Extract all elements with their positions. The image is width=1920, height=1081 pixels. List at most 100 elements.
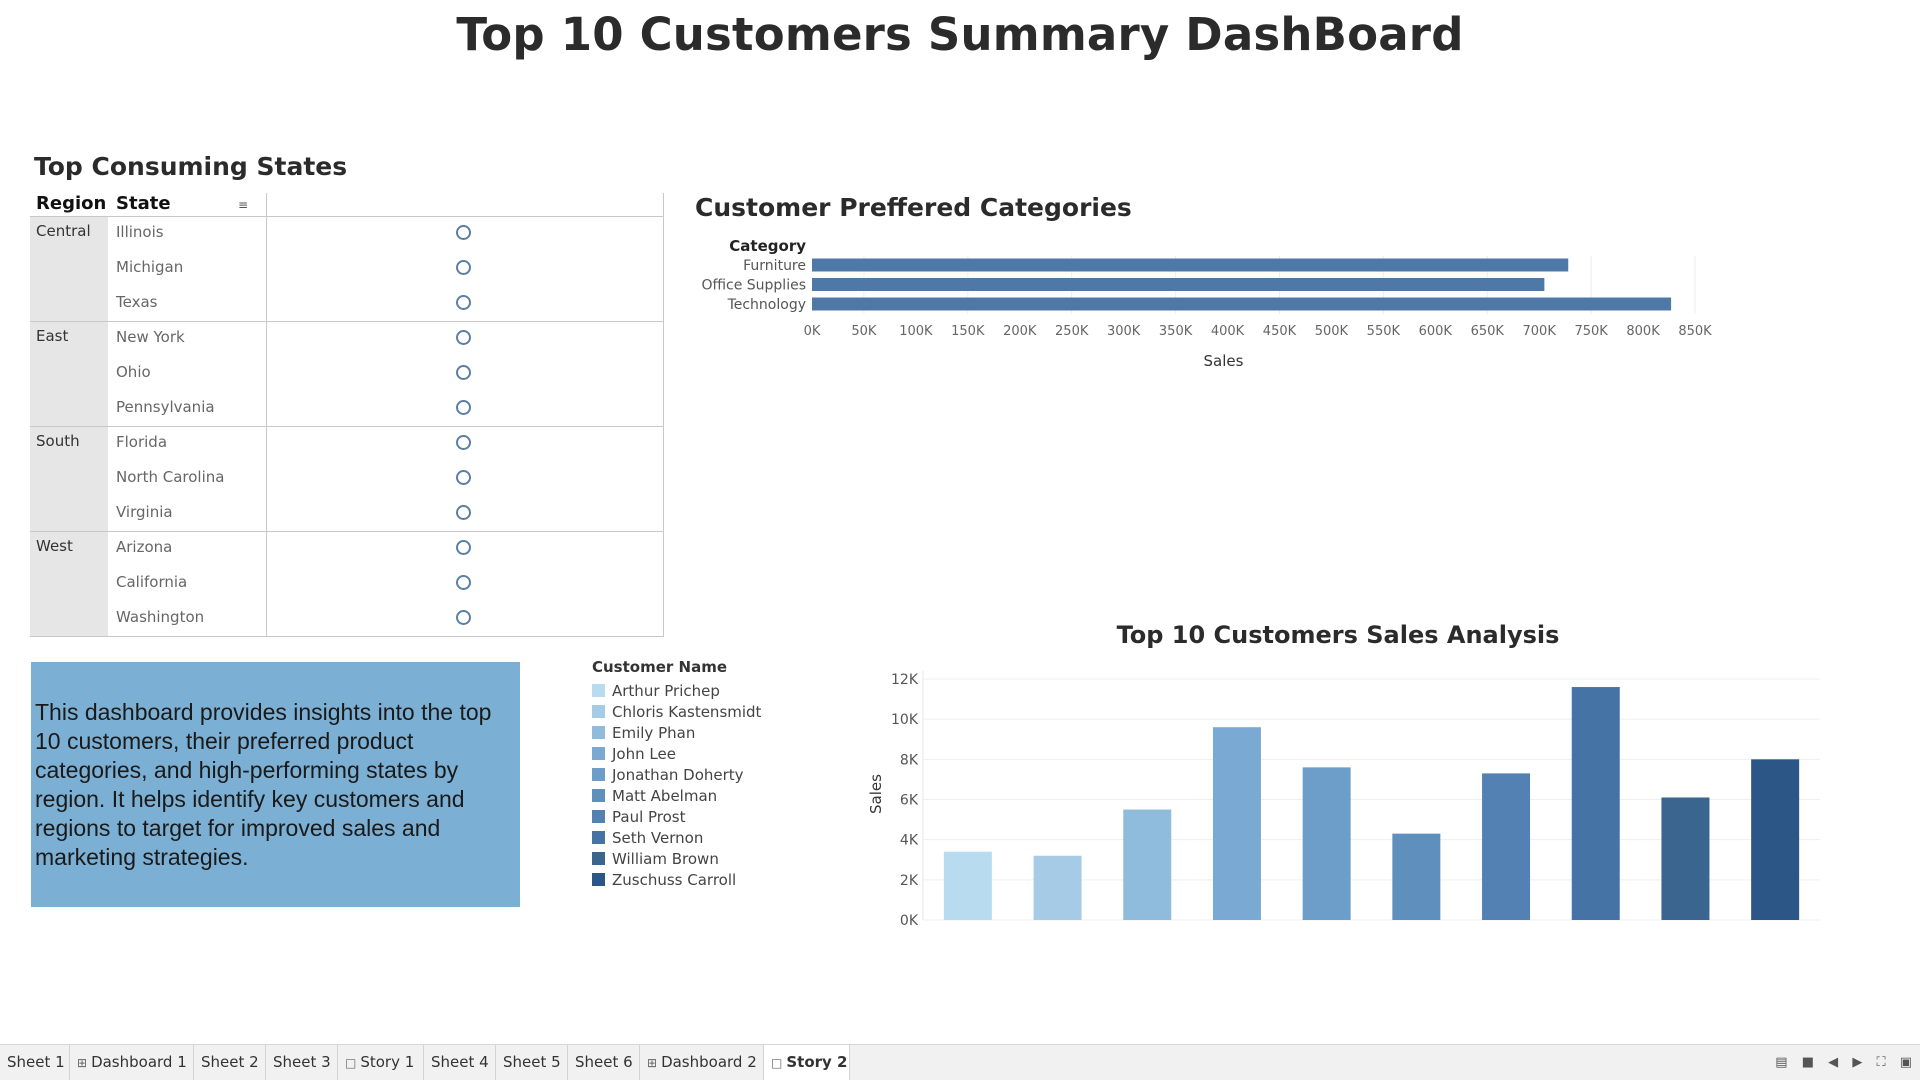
category-bar[interactable] — [812, 258, 1569, 272]
state-mark[interactable] — [456, 295, 471, 310]
tab-sheet-4[interactable]: Sheet 4 — [424, 1045, 496, 1080]
legend-label: Chloris Kastensmidt — [612, 702, 762, 721]
tab-label: Sheet 2 — [201, 1053, 259, 1071]
state-mark[interactable] — [456, 505, 471, 520]
column-header-region[interactable]: Region — [36, 193, 106, 214]
category-label: Office Supplies — [701, 278, 806, 294]
legend-item[interactable]: Chloris Kastensmidt — [592, 701, 761, 722]
legend-swatch — [592, 852, 605, 865]
tab-sheet-6[interactable]: Sheet 6 — [568, 1045, 640, 1080]
legend-item[interactable]: Zuschuss Carroll — [592, 869, 761, 890]
state-mark[interactable] — [456, 225, 471, 240]
legend-item[interactable]: Matt Abelman — [592, 785, 761, 806]
state-label[interactable]: Texas — [116, 293, 157, 311]
tab-label: Story 2 — [786, 1053, 848, 1071]
next-sheet-icon[interactable]: ▶ — [1852, 1055, 1862, 1070]
sales-bar[interactable] — [1123, 809, 1172, 920]
state-label[interactable]: California — [116, 573, 187, 591]
state-mark[interactable] — [456, 470, 471, 485]
y-tick-label: 0K — [900, 913, 919, 929]
legend-item[interactable]: Jonathan Doherty — [592, 764, 761, 785]
fit-icon[interactable]: ⛶ — [1876, 1055, 1885, 1070]
state-label[interactable]: Michigan — [116, 258, 183, 276]
legend-label: Jonathan Doherty — [612, 765, 744, 784]
x-tick-label: 150K — [951, 324, 985, 339]
x-tick-label: 850K — [1678, 324, 1712, 339]
filmstrip-icon[interactable]: ■ — [1802, 1055, 1814, 1070]
region-divider — [30, 321, 664, 322]
state-label[interactable]: Virginia — [116, 503, 173, 521]
tab-label: Dashboard 1 — [91, 1053, 187, 1071]
category-bar[interactable] — [812, 297, 1672, 311]
legend-item[interactable]: Emily Phan — [592, 722, 761, 743]
state-label[interactable]: Florida — [116, 433, 167, 451]
state-label[interactable]: New York — [116, 328, 185, 346]
legend-item[interactable]: Arthur Prichep — [592, 680, 761, 701]
legend-label: Paul Prost — [612, 807, 686, 826]
tab-sheet-5[interactable]: Sheet 5 — [496, 1045, 568, 1080]
prev-sheet-icon[interactable]: ◀ — [1828, 1055, 1838, 1070]
tab-label: Sheet 5 — [503, 1053, 561, 1071]
tab-sheet-1[interactable]: Sheet 1 — [0, 1045, 70, 1080]
region-label: West — [36, 537, 73, 555]
sales-bar[interactable] — [1661, 797, 1710, 920]
x-tick-label: 300K — [1107, 324, 1141, 339]
y-tick-label: 2K — [900, 873, 919, 889]
x-tick-label: 450K — [1263, 324, 1297, 339]
description-box: This dashboard provides insights into th… — [31, 662, 520, 907]
sales-bar[interactable] — [1392, 833, 1441, 920]
tab-label: Sheet 3 — [273, 1053, 331, 1071]
x-tick-label: 750K — [1574, 324, 1608, 339]
state-mark[interactable] — [456, 330, 471, 345]
column-header-state[interactable]: State — [116, 193, 171, 214]
tab-sheet-2[interactable]: Sheet 2 — [194, 1045, 266, 1080]
sales-bar[interactable] — [1302, 767, 1351, 920]
view-controls: ▤ ■ ◀ ▶ ⛶ ▣ — [1765, 1045, 1912, 1080]
legend-item[interactable]: William Brown — [592, 848, 761, 869]
region-label: East — [36, 327, 69, 345]
legend-swatch — [592, 705, 605, 718]
table-divider-state — [266, 193, 267, 636]
y-tick-label: 12K — [891, 672, 919, 688]
sort-icon[interactable]: ≡ — [238, 199, 248, 211]
state-mark[interactable] — [456, 610, 471, 625]
grid-view-icon[interactable]: ▤ — [1775, 1055, 1787, 1070]
legend-swatch — [592, 726, 605, 739]
sales-bar[interactable] — [1033, 855, 1082, 920]
state-mark[interactable] — [456, 435, 471, 450]
sales-bar[interactable] — [1482, 773, 1531, 920]
legend-swatch — [592, 684, 605, 697]
sales-bar[interactable] — [1751, 759, 1800, 920]
state-label[interactable]: Arizona — [116, 538, 172, 556]
sales-bar[interactable] — [1212, 727, 1261, 920]
tab-dashboard-2[interactable]: ⊞ Dashboard 2 — [640, 1045, 764, 1080]
state-mark[interactable] — [456, 575, 471, 590]
state-label[interactable]: Illinois — [116, 223, 164, 241]
state-mark[interactable] — [456, 365, 471, 380]
legend-label: Zuschuss Carroll — [612, 870, 737, 889]
category-bar[interactable] — [812, 278, 1545, 291]
state-label[interactable]: Pennsylvania — [116, 398, 215, 416]
state-label[interactable]: Washington — [116, 608, 204, 626]
legend-item[interactable]: Paul Prost — [592, 806, 761, 827]
category-chart: Customer Preffered Categories Category 0K 5… — [695, 193, 1712, 370]
sales-chart: Top 10 Customers Sales Analysis 0K 2K 4K 6K 8… — [867, 622, 1820, 929]
story-icon: □ — [345, 1056, 357, 1070]
tab-story-2[interactable]: □ Story 2 — [764, 1045, 850, 1080]
presentation-icon[interactable]: ▣ — [1900, 1055, 1912, 1070]
state-label[interactable]: Ohio — [116, 363, 151, 381]
state-mark[interactable] — [456, 260, 471, 275]
x-tick-label: 400K — [1211, 324, 1245, 339]
sales-bar[interactable] — [1571, 687, 1620, 920]
state-mark[interactable] — [456, 540, 471, 555]
legend-swatch — [592, 789, 605, 802]
state-mark[interactable] — [456, 400, 471, 415]
tab-sheet-3[interactable]: Sheet 3 — [266, 1045, 338, 1080]
legend-item[interactable]: John Lee — [592, 743, 761, 764]
tab-label: Story 1 — [360, 1053, 415, 1071]
legend-item[interactable]: Seth Vernon — [592, 827, 761, 848]
state-label[interactable]: North Carolina — [116, 468, 224, 486]
tab-story-1[interactable]: □ Story 1 — [338, 1045, 424, 1080]
sales-bar[interactable] — [943, 851, 992, 920]
tab-dashboard-1[interactable]: ⊞ Dashboard 1 — [70, 1045, 194, 1080]
